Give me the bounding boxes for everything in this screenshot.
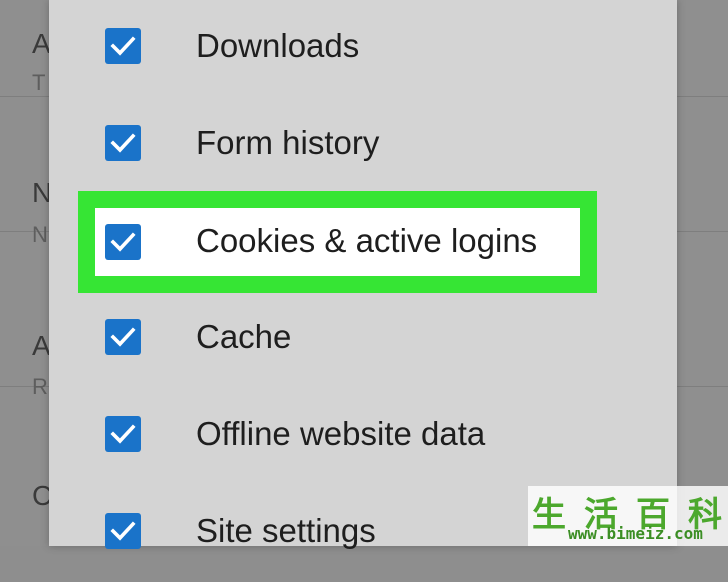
background-item-subtitle: T: [32, 70, 46, 95]
watermark-url: www.bimeiz.com: [568, 524, 703, 543]
option-label: Site settings: [196, 512, 376, 549]
option-cookies-active-logins[interactable]: Cookies & active logins: [95, 208, 580, 276]
checkbox-checked[interactable]: [105, 28, 141, 64]
checkbox-checked[interactable]: [105, 319, 141, 355]
background-item-title: A: [32, 330, 51, 361]
watermark-char: 生: [532, 496, 568, 534]
check-icon: [110, 133, 136, 153]
background-item-subtitle: R: [32, 374, 48, 399]
option-label: Offline website data: [196, 415, 486, 452]
option-label: Downloads: [196, 27, 360, 64]
option-downloads[interactable]: Downloads: [49, 0, 677, 97]
option-cache[interactable]: Cache: [49, 291, 677, 388]
checkbox-checked[interactable]: [105, 224, 141, 260]
background-item-title: A: [32, 28, 51, 59]
option-label: Cache: [196, 318, 292, 355]
check-icon: [110, 521, 136, 541]
checkbox-checked[interactable]: [105, 125, 141, 161]
check-icon: [110, 424, 136, 444]
watermark-logo: 生 活 百 科 www.bimeiz.com: [528, 486, 728, 546]
option-offline-website-data[interactable]: Offline website data: [49, 388, 677, 485]
checkbox-checked[interactable]: [105, 513, 141, 549]
option-label: Cookies & active logins: [196, 222, 538, 259]
check-icon: [110, 232, 136, 252]
check-icon: [110, 36, 136, 56]
check-icon: [110, 327, 136, 347]
background-item-subtitle: N: [32, 222, 48, 247]
checkbox-checked[interactable]: [105, 416, 141, 452]
option-label: Form history: [196, 124, 380, 161]
option-form-history[interactable]: Form history: [49, 97, 677, 194]
highlight-frame: Cookies & active logins: [78, 191, 597, 293]
